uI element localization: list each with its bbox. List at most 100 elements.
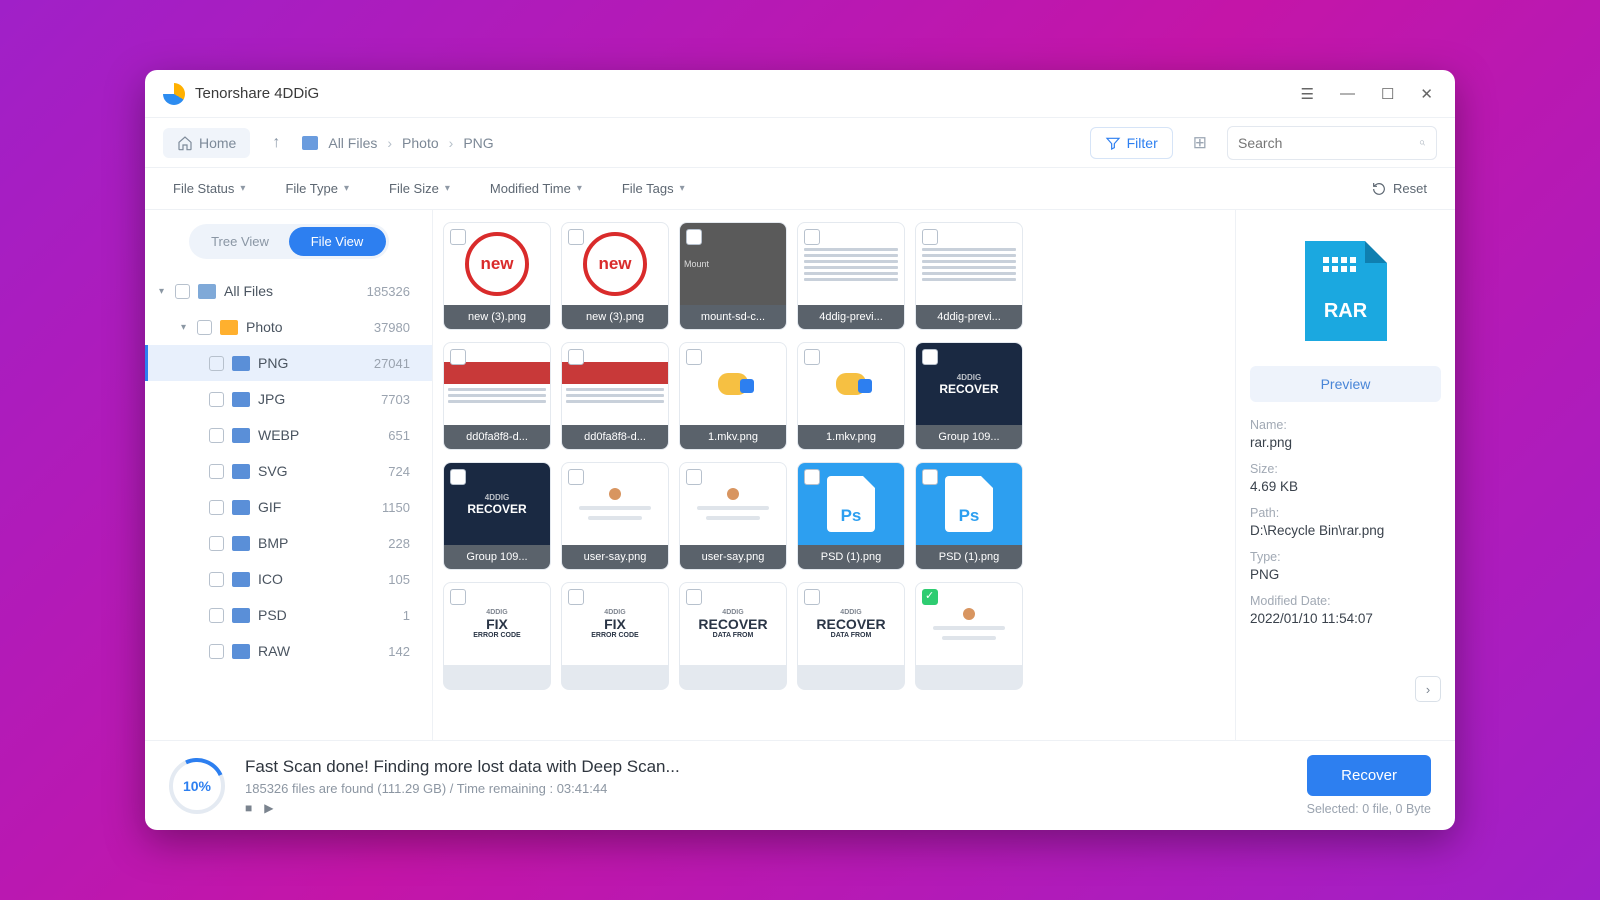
file-thumbnail[interactable]: 4DDIGFIXERROR CODE — [561, 582, 669, 690]
tree-label: All Files — [224, 283, 367, 299]
filter-file-size[interactable]: File Size▾ — [389, 181, 450, 196]
maximize-button[interactable]: ☐ — [1377, 81, 1398, 107]
file-checkbox[interactable] — [804, 469, 820, 485]
search-box[interactable] — [1227, 126, 1437, 160]
file-thumbnail[interactable]: Ps PSD (1).png — [797, 462, 905, 570]
file-thumbnail[interactable]: Ps PSD (1).png — [915, 462, 1023, 570]
checkbox[interactable] — [209, 464, 224, 479]
checkbox[interactable] — [209, 428, 224, 443]
breadcrumb-item[interactable]: Photo — [402, 135, 439, 151]
checkbox[interactable] — [209, 572, 224, 587]
tree-item-ico[interactable]: ICO 105 — [145, 561, 432, 597]
file-thumbnail[interactable]: 1.mkv.png — [797, 342, 905, 450]
file-name: dd0fa8f8-d... — [444, 425, 550, 449]
file-thumbnail[interactable]: Mount mount-sd-c... — [679, 222, 787, 330]
checkbox[interactable] — [209, 536, 224, 551]
tree-item-bmp[interactable]: BMP 228 — [145, 525, 432, 561]
tree-item-psd[interactable]: PSD 1 — [145, 597, 432, 633]
file-checkbox[interactable] — [450, 469, 466, 485]
filter-file-tags[interactable]: File Tags▾ — [622, 181, 685, 196]
tree-label: BMP — [258, 535, 388, 551]
file-thumbnail[interactable]: dd0fa8f8-d... — [561, 342, 669, 450]
file-thumbnail[interactable]: 4DDIGRECOVER Group 109... — [915, 342, 1023, 450]
file-thumbnail[interactable]: new new (3).png — [561, 222, 669, 330]
minimize-button[interactable]: — — [1336, 81, 1359, 107]
breadcrumb-item[interactable]: PNG — [463, 135, 493, 151]
file-view-tab[interactable]: File View — [289, 227, 386, 256]
breadcrumb-item[interactable]: All Files — [328, 135, 377, 151]
checkbox[interactable] — [209, 644, 224, 659]
file-thumbnail[interactable]: 4DDIGFIXERROR CODE — [443, 582, 551, 690]
title-bar: Tenorshare 4DDiG ☰ — ☐ ✕ — [145, 70, 1455, 118]
filter-button[interactable]: Filter — [1090, 127, 1173, 159]
file-checkbox[interactable] — [568, 469, 584, 485]
up-button[interactable]: ↑ — [264, 128, 288, 158]
chevron-down-icon[interactable]: ▾ — [181, 322, 197, 333]
file-checkbox[interactable] — [450, 589, 466, 605]
checkbox[interactable] — [209, 500, 224, 515]
file-checkbox[interactable] — [804, 589, 820, 605]
file-thumbnail[interactable]: user-say.png — [679, 462, 787, 570]
checkbox[interactable] — [209, 356, 224, 371]
filter-file-status[interactable]: File Status▾ — [173, 181, 245, 196]
tree-item-svg[interactable]: SVG 724 — [145, 453, 432, 489]
hamburger-icon[interactable]: ☰ — [1297, 81, 1318, 107]
file-checkbox[interactable] — [686, 229, 702, 245]
file-checkbox[interactable] — [686, 469, 702, 485]
next-page-button[interactable]: › — [1415, 676, 1441, 702]
search-input[interactable] — [1238, 135, 1419, 151]
tree-item-png[interactable]: PNG 27041 — [145, 345, 432, 381]
file-thumbnail[interactable]: 4ddig-previ... — [797, 222, 905, 330]
tree-item-webp[interactable]: WEBP 651 — [145, 417, 432, 453]
file-thumbnail[interactable]: 4DDIGRECOVER Group 109... — [443, 462, 551, 570]
filter-file-type[interactable]: File Type▾ — [285, 181, 349, 196]
preview-button[interactable]: Preview — [1250, 366, 1441, 402]
file-checkbox[interactable] — [568, 589, 584, 605]
tree-item-gif[interactable]: GIF 1150 — [145, 489, 432, 525]
resume-scan-button[interactable]: ▶ — [264, 801, 273, 815]
file-name: user-say.png — [562, 545, 668, 569]
app-logo-icon — [163, 83, 185, 105]
file-thumbnail[interactable]: new new (3).png — [443, 222, 551, 330]
file-checkbox[interactable] — [686, 349, 702, 365]
file-thumbnail[interactable]: 1.mkv.png — [679, 342, 787, 450]
home-label: Home — [199, 135, 236, 151]
checkbox[interactable] — [197, 320, 212, 335]
file-checkbox[interactable] — [922, 469, 938, 485]
chevron-down-icon[interactable]: ▾ — [159, 286, 175, 297]
reset-button[interactable]: Reset — [1371, 181, 1427, 197]
file-checkbox[interactable] — [568, 349, 584, 365]
tree-photo[interactable]: ▾ Photo 37980 — [145, 309, 432, 345]
file-thumbnail[interactable] — [915, 582, 1023, 690]
file-checkbox[interactable] — [450, 229, 466, 245]
file-checkbox[interactable] — [804, 349, 820, 365]
file-thumbnail[interactable]: 4ddig-previ... — [915, 222, 1023, 330]
tree-label: Photo — [246, 319, 374, 335]
file-thumbnail[interactable]: 4DDIGRECOVERDATA FROM — [797, 582, 905, 690]
file-checkbox[interactable] — [568, 229, 584, 245]
filter-modified-time[interactable]: Modified Time▾ — [490, 181, 582, 196]
home-button[interactable]: Home — [163, 128, 250, 158]
close-button[interactable]: ✕ — [1416, 81, 1437, 107]
file-checkbox[interactable] — [686, 589, 702, 605]
stop-scan-button[interactable]: ■ — [245, 801, 252, 815]
folder-icon — [232, 644, 250, 659]
tree-view-tab[interactable]: Tree View — [192, 227, 289, 256]
tree-item-raw[interactable]: RAW 142 — [145, 633, 432, 669]
file-thumbnail[interactable]: 4DDIGRECOVERDATA FROM — [679, 582, 787, 690]
checkbox[interactable] — [209, 392, 224, 407]
file-checkbox[interactable] — [922, 229, 938, 245]
file-checkbox[interactable] — [804, 229, 820, 245]
grid-view-toggle[interactable]: ⊞ — [1187, 127, 1213, 159]
checkbox[interactable] — [209, 608, 224, 623]
file-thumbnail[interactable]: user-say.png — [561, 462, 669, 570]
file-checkbox[interactable] — [922, 349, 938, 365]
recover-button[interactable]: Recover — [1307, 755, 1431, 796]
file-thumbnail[interactable]: dd0fa8f8-d... — [443, 342, 551, 450]
file-checkbox[interactable] — [450, 349, 466, 365]
search-icon[interactable] — [1419, 135, 1426, 151]
tree-all-files[interactable]: ▾ All Files 185326 — [145, 273, 432, 309]
checkbox[interactable] — [175, 284, 190, 299]
file-checkbox[interactable] — [922, 589, 938, 605]
tree-item-jpg[interactable]: JPG 7703 — [145, 381, 432, 417]
